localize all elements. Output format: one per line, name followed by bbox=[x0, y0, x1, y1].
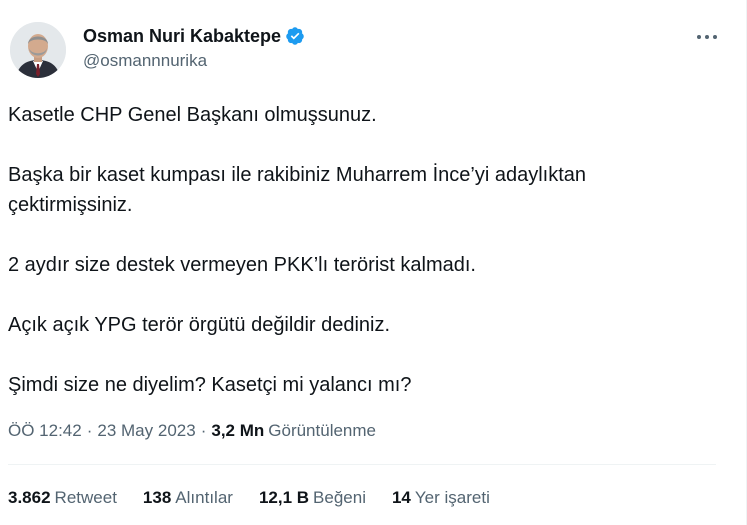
bookmarks-count: 14 bbox=[391, 488, 411, 507]
avatar[interactable] bbox=[10, 22, 66, 78]
quotes-count: 138 bbox=[142, 488, 172, 507]
author-name[interactable]: Osman Nuri Kabaktepe bbox=[83, 26, 281, 47]
likes-stat[interactable]: 12,1 B Beğeni bbox=[259, 488, 366, 508]
tweet-paragraph: Açık açık YPG terör örgütü değildir dedi… bbox=[8, 314, 391, 336]
tweet-paragraph: Başka bir kaset kumpası ile rakibiniz Mu… bbox=[8, 164, 587, 216]
bookmarks-label: Yer işareti bbox=[414, 488, 490, 507]
meta-separator: · bbox=[86, 421, 93, 440]
retweets-label: Retweet bbox=[54, 488, 117, 507]
tweet-time[interactable]: ÖÖ 12:42 bbox=[8, 421, 82, 441]
tweet-paragraph: Şimdi size ne diyelim? Kasetçi mi yalanc… bbox=[8, 374, 412, 396]
views-count: 3,2 Mn bbox=[211, 421, 265, 440]
quotes-label: Alıntılar bbox=[175, 488, 233, 507]
more-options-icon[interactable] bbox=[690, 26, 724, 48]
verified-badge-icon bbox=[285, 26, 305, 46]
meta-separator: · bbox=[200, 421, 207, 440]
tweet-date[interactable]: 23 May 2023 bbox=[97, 421, 195, 441]
likes-count: 12,1 B bbox=[258, 488, 310, 507]
views-label: Görüntülenme bbox=[268, 421, 376, 440]
divider bbox=[8, 464, 716, 465]
engagement-stats: 3.862 Retweet 138 Alıntılar 12,1 B Beğen… bbox=[8, 488, 516, 508]
likes-label: Beğeni bbox=[313, 488, 366, 507]
bookmarks-stat[interactable]: 14 Yer işareti bbox=[392, 488, 490, 508]
quotes-stat[interactable]: 138 Alıntılar bbox=[143, 488, 233, 508]
retweets-stat[interactable]: 3.862 Retweet bbox=[8, 488, 117, 508]
tweet-paragraph: Kasetle CHP Genel Başkanı olmuşsunuz. bbox=[8, 104, 377, 126]
tweet-paragraph: 2 aydır size destek vermeyen PKK’lı terö… bbox=[8, 254, 476, 276]
retweets-count: 3.862 bbox=[8, 488, 51, 507]
author-handle[interactable]: @osmannnurika bbox=[83, 51, 207, 71]
tweet-meta: ÖÖ 12:42 · 23 May 2023 · 3,2 Mn Görüntül… bbox=[8, 421, 376, 441]
author-name-row: Osman Nuri Kabaktepe bbox=[83, 24, 305, 48]
tweet-card: Osman Nuri Kabaktepe @osmannnurika Kaset… bbox=[0, 0, 747, 525]
